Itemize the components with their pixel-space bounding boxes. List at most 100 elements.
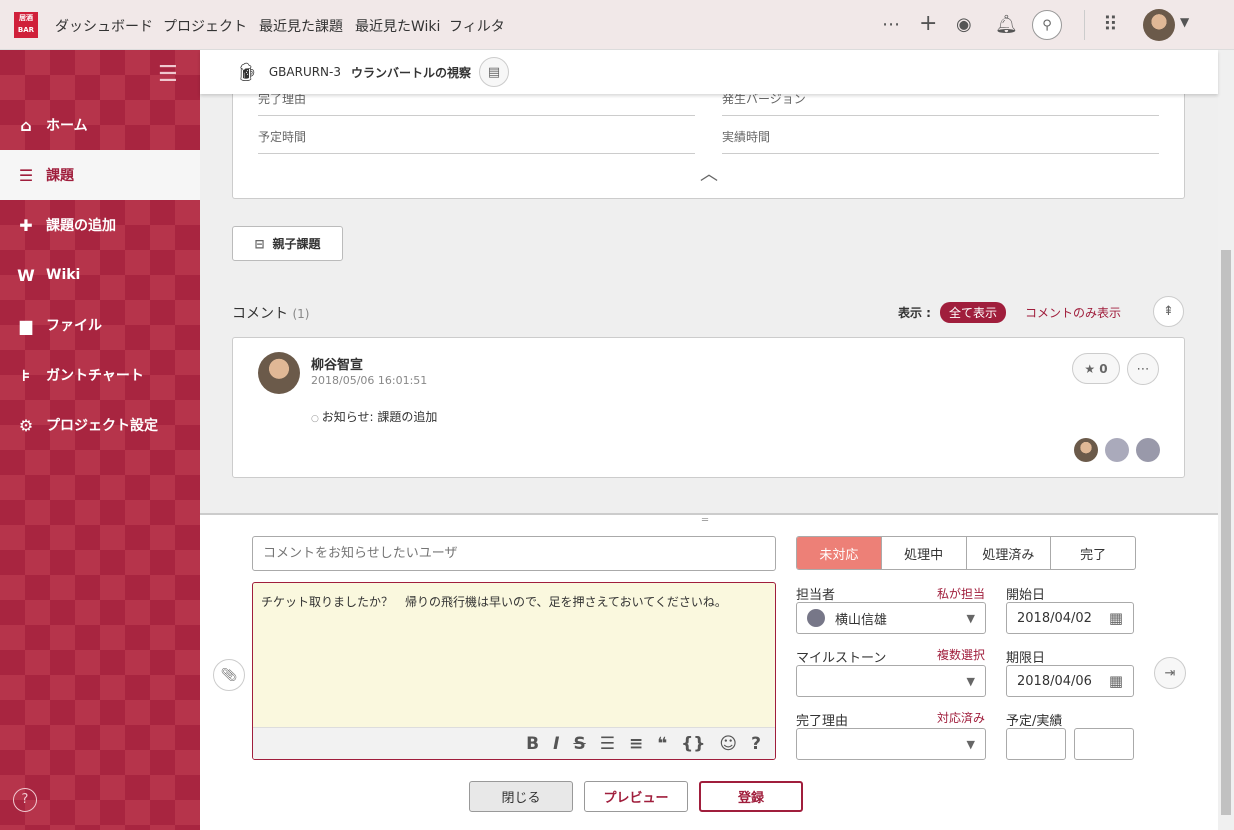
help-icon[interactable]: ?: [13, 788, 37, 812]
close-button[interactable]: 閉じる: [469, 781, 573, 812]
sidebar-item-label: ホーム: [46, 118, 88, 134]
watcher-avatar[interactable]: [1105, 438, 1129, 462]
hours-label: 予定/実績: [1006, 714, 1063, 729]
status-selector: 未対応 処理中 処理済み 完了: [796, 536, 1136, 570]
watcher-avatar[interactable]: [1136, 438, 1160, 462]
nav-projects[interactable]: プロジェクト: [163, 16, 247, 36]
avatar: [807, 609, 825, 627]
more-options-icon[interactable]: ⋯: [1127, 353, 1159, 385]
assignee-value: 横山信雄: [835, 612, 888, 628]
filter-all[interactable]: 全て表示: [940, 302, 1007, 323]
calendar-icon[interactable]: ▦: [1109, 609, 1123, 627]
dropdown-icon: ▼: [966, 737, 975, 751]
status-open[interactable]: 未対応: [797, 537, 881, 569]
help-icon[interactable]: ?: [751, 734, 761, 754]
logo[interactable]: 居酒 BAR: [14, 12, 38, 38]
apps-grid-icon[interactable]: ⠿: [1103, 12, 1118, 36]
filter-comments-only[interactable]: コメントのみ表示: [1025, 304, 1121, 321]
home-icon: ⌂: [20, 115, 32, 135]
parent-child-button[interactable]: ⊟ 親子課題: [232, 226, 343, 261]
status-in-progress[interactable]: 処理中: [880, 537, 966, 569]
due-date-value: 2018/04/06: [1017, 673, 1092, 689]
collapse-panel-icon[interactable]: ⇥: [1154, 657, 1186, 689]
start-date-label: 開始日: [1006, 588, 1046, 603]
search-icon[interactable]: ⚲: [1032, 10, 1062, 40]
star-icon: ★: [1084, 361, 1096, 376]
calendar-icon[interactable]: ▦: [1109, 672, 1123, 690]
plus-icon: ✚: [19, 215, 33, 235]
assignee-select[interactable]: 横山信雄 ▼: [796, 602, 986, 634]
multi-select-link[interactable]: 複数選択: [937, 646, 985, 663]
sidebar-item-label: Wiki: [46, 267, 81, 283]
comment-change: ○ お知らせ: 課題の追加: [311, 408, 437, 425]
avatar: [258, 352, 300, 394]
preview-button[interactable]: プレビュー: [584, 781, 688, 812]
plus-icon[interactable]: +: [919, 11, 937, 36]
strikethrough-icon[interactable]: S: [573, 734, 585, 754]
parent-button-label: 親子課題: [272, 237, 321, 251]
bell-icon[interactable]: 🔔︎: [995, 14, 1018, 35]
code-icon[interactable]: {}: [681, 734, 705, 754]
gear-icon: ⚙: [18, 415, 34, 435]
nav-filter[interactable]: フィルタ: [449, 16, 505, 36]
notify-users-input[interactable]: [252, 536, 776, 571]
list-icon: ☰: [18, 165, 34, 185]
bold-icon[interactable]: B: [526, 734, 539, 754]
assign-me-link[interactable]: 私が担当: [937, 585, 985, 602]
status-closed[interactable]: 完了: [1050, 537, 1135, 569]
italic-icon[interactable]: I: [553, 734, 559, 754]
nav-recent-issues[interactable]: 最近見た課題: [259, 16, 343, 36]
sidebar-item-files[interactable]: ▆ ファイル: [0, 300, 200, 350]
sidebar-item-label: ファイル: [46, 318, 102, 334]
sidebar: ☰ ⌂ ホーム ☰ 課題 ✚ 課題の追加 W Wiki ▆ ファイル ⊧ ガントチャート ⚙…: [0, 50, 200, 830]
eye-icon[interactable]: ◉: [956, 14, 972, 35]
bullet-list-icon[interactable]: ☰: [600, 734, 615, 754]
actual-hours-input[interactable]: [1074, 728, 1134, 760]
star-button[interactable]: ★ 0: [1072, 353, 1120, 384]
status-resolved[interactable]: 処理済み: [965, 537, 1051, 569]
issue-key[interactable]: GBARURN-3: [269, 65, 341, 79]
issue-title: ウランバートルの視察: [351, 65, 472, 80]
comment-textarea[interactable]: チケット取りましたか？ 帰りの飛行機は早いので、足を押さえておいてくださいね。 …: [252, 582, 776, 760]
comment-change-text: お知らせ: 課題の追加: [321, 410, 438, 424]
scrollbar-thumb[interactable]: [1221, 250, 1231, 815]
quote-icon[interactable]: ❝: [657, 734, 667, 754]
resolution-select[interactable]: ▼: [796, 728, 986, 760]
due-date-input[interactable]: 2018/04/06 ▦: [1006, 665, 1134, 697]
sidebar-item-add-issue[interactable]: ✚ 課題の追加: [0, 200, 200, 250]
nav-dashboard[interactable]: ダッシュボード: [55, 16, 153, 36]
scroll-top-icon[interactable]: ⇞: [1153, 296, 1184, 327]
sidebar-item-settings[interactable]: ⚙ プロジェクト設定: [0, 400, 200, 450]
clipboard-icon[interactable]: ▤: [479, 57, 510, 87]
comment-item: 柳谷智宣 2018/05/06 16:01:51 ○ お知らせ: 課題の追加 ★…: [232, 337, 1185, 478]
comments-count: (1): [292, 307, 310, 321]
display-label: 表示 :: [898, 306, 931, 320]
sidebar-item-gantt[interactable]: ⊧ ガントチャート: [0, 350, 200, 400]
nav-recent-wiki[interactable]: 最近見たWiki: [355, 16, 440, 36]
emoji-icon[interactable]: ☺: [719, 734, 737, 754]
estimated-hours-input[interactable]: [1006, 728, 1066, 760]
formatting-toolbar: B I S ☰ ≡ ❝ {} ☺ ?: [253, 727, 775, 759]
start-date-input[interactable]: 2018/04/02 ▦: [1006, 602, 1134, 634]
numbered-list-icon[interactable]: ≡: [629, 734, 643, 754]
milestone-select[interactable]: ▼: [796, 665, 986, 697]
attach-icon[interactable]: 📎︎: [213, 659, 245, 691]
sidebar-item-home[interactable]: ⌂ ホーム: [0, 100, 200, 150]
resize-handle[interactable]: ═: [702, 515, 708, 526]
resolved-link[interactable]: 対応済み: [937, 709, 985, 726]
dropdown-icon: ▼: [966, 674, 975, 688]
sidebar-item-issues[interactable]: ☰ 課題: [0, 150, 200, 200]
bullet-icon: ○: [311, 414, 322, 424]
gantt-icon: ⊧: [21, 365, 31, 385]
submit-button[interactable]: 登録: [699, 781, 803, 812]
more-icon[interactable]: ⋯: [882, 14, 900, 35]
chevron-down-icon[interactable]: ▼: [1180, 15, 1189, 29]
watcher-avatar[interactable]: [1074, 438, 1098, 462]
user-avatar[interactable]: [1143, 9, 1175, 41]
field-actual-hours: 実績時間: [722, 120, 1159, 154]
sidebar-item-label: 課題の追加: [46, 218, 116, 234]
chevron-up-icon[interactable]: ︿: [700, 160, 718, 186]
comment-text[interactable]: チケット取りましたか？ 帰りの飛行機は早いので、足を押さえておいてくださいね。: [253, 583, 775, 727]
sidebar-item-wiki[interactable]: W Wiki: [0, 250, 200, 300]
menu-icon[interactable]: ☰: [158, 62, 178, 87]
